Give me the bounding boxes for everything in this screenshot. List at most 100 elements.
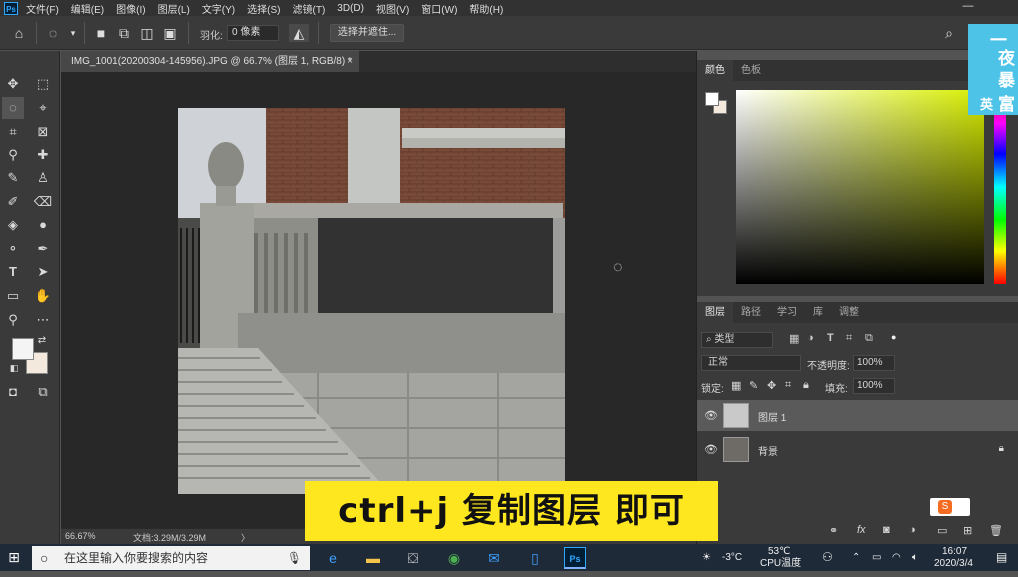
lock-image-icon[interactable]: ✎ [749, 379, 758, 392]
tab-libraries[interactable]: 库 [805, 302, 831, 323]
store-icon[interactable]: ⛋ [402, 547, 424, 569]
sogou-status-widget[interactable]: S [930, 498, 970, 516]
clone-stamp-tool-icon[interactable]: ♙ [32, 167, 54, 189]
phone-app-icon[interactable]: ▯ [524, 547, 546, 569]
lock-position-icon[interactable]: ✥ [767, 379, 776, 392]
crop-tool-icon[interactable]: ⌗ [2, 121, 24, 143]
lasso-tool-icon[interactable]: ◌ [2, 97, 24, 119]
marquee-tool-icon[interactable]: ⬚ [32, 73, 54, 95]
status-menu-arrow[interactable]: 〉 [241, 531, 250, 544]
brush-tool-icon[interactable]: ✎ [2, 167, 24, 189]
eyedropper-tool-icon[interactable]: ⚲ [2, 144, 24, 166]
add-selection-icon[interactable]: ⧉ [115, 24, 133, 42]
group-folder-icon[interactable]: ▭ [937, 524, 947, 537]
menu-type[interactable]: 文字(Y) [202, 1, 235, 16]
document-image[interactable] [178, 108, 565, 494]
lock-all-icon[interactable]: 🔒︎ [803, 379, 809, 392]
zoom-level[interactable]: 66.67% [65, 531, 96, 541]
default-colors-icon[interactable]: ◧ [8, 362, 20, 374]
adjustment-layer-icon[interactable]: ◑ [909, 524, 916, 536]
feather-input[interactable]: 0 像素 [227, 25, 279, 41]
link-layers-icon[interactable]: ⚭ [829, 524, 838, 537]
layer-name[interactable]: 图层 1 [758, 409, 786, 424]
swap-colors-icon[interactable]: ⇄ [36, 335, 48, 347]
new-layer-icon[interactable]: ⊞ [963, 524, 972, 537]
paint-bucket-tool-icon[interactable]: ◈ [2, 214, 24, 236]
frame-tool-icon[interactable]: ⊠ [32, 121, 54, 143]
tab-layers[interactable]: 图层 [697, 302, 733, 323]
screen-mode-icon[interactable]: ⧉ [32, 381, 54, 403]
battery-icon[interactable]: ▭ [872, 544, 881, 571]
weather-temp[interactable]: -3°C [722, 544, 742, 571]
trash-icon[interactable]: 🗑︎ [989, 524, 1003, 537]
clock-date[interactable]: 2020/3/4 [934, 550, 973, 577]
eye-icon[interactable]: 👁︎ [704, 409, 718, 422]
fx-icon[interactable]: fx [857, 524, 866, 536]
quick-select-tool-icon[interactable]: ⌖ [32, 97, 54, 119]
hand-tool-icon[interactable]: ✋ [32, 285, 54, 307]
anti-alias-icon[interactable]: ◭ [289, 24, 309, 42]
menu-select[interactable]: 选择(S) [247, 1, 280, 16]
edge-icon[interactable]: e [322, 547, 344, 569]
color-picker-field[interactable] [736, 90, 984, 284]
intersect-selection-icon[interactable]: ▣ [161, 24, 179, 42]
menu-edit[interactable]: 编辑(E) [71, 1, 104, 16]
more-tools-icon[interactable]: ⋯ [32, 309, 54, 331]
filter-type-icon[interactable]: T [827, 332, 834, 344]
filter-toggle-icon[interactable]: ● [891, 332, 896, 342]
layer-row-background[interactable]: 👁︎ 背景 🔒︎ [697, 434, 1018, 465]
zoom-tool-icon[interactable]: ⚲ [2, 309, 24, 331]
add-mask-icon[interactable]: ◙ [883, 524, 890, 536]
filter-shape-icon[interactable]: ⌗ [846, 332, 852, 345]
chevron-down-icon[interactable]: ▾ [64, 24, 82, 42]
windows-start-icon[interactable]: ⊞ [0, 544, 28, 571]
dodge-tool-icon[interactable]: ⚬ [2, 238, 24, 260]
layer-name[interactable]: 背景 [758, 443, 778, 458]
taskbar-search-input[interactable]: ○ 在这里输入你要搜索的内容 🎙︎ [32, 546, 310, 570]
file-explorer-icon[interactable]: ▬ [362, 547, 384, 569]
lasso-tool-preset-icon[interactable]: ◌ [44, 24, 62, 42]
tab-color[interactable]: 颜色 [697, 60, 733, 81]
type-tool-icon[interactable]: T [2, 261, 24, 283]
move-tool-icon[interactable]: ✥ [2, 73, 24, 95]
tab-learn[interactable]: 学习 [769, 302, 805, 323]
menu-3d[interactable]: 3D(D) [337, 3, 364, 14]
ime-mode[interactable]: 英 [980, 94, 993, 113]
notification-icon[interactable]: ▤ [996, 544, 1007, 571]
minimize-button[interactable]: — [958, 0, 978, 14]
menu-filter[interactable]: 滤镜(T) [293, 1, 326, 16]
photoshop-taskbar-icon[interactable]: Ps [564, 547, 586, 569]
home-icon[interactable]: ⌂ [10, 24, 28, 42]
browser-360-icon[interactable]: ◉ [443, 547, 465, 569]
tab-adjustments[interactable]: 调整 [831, 302, 867, 323]
select-and-mask-button[interactable]: 选择并遮住... [330, 24, 404, 42]
filter-adjustment-icon[interactable]: ◑ [807, 332, 814, 344]
path-selection-tool-icon[interactable]: ➤ [32, 261, 54, 283]
eraser-tool-icon[interactable]: ⌫ [32, 191, 54, 213]
tab-swatches[interactable]: 色板 [733, 60, 769, 81]
document-tab[interactable]: IMG_1001(20200304-145956).JPG @ 66.7% (图… [61, 51, 359, 72]
blend-mode-select[interactable]: 正常 [701, 355, 801, 371]
blur-tool-icon[interactable]: ● [32, 214, 54, 236]
menu-image[interactable]: 图像(I) [116, 1, 145, 16]
foreground-color-chip[interactable] [705, 92, 719, 106]
opacity-input[interactable]: 100% [853, 355, 895, 371]
layer-filter-select[interactable]: ⌕ 类型 [701, 332, 773, 348]
menu-help[interactable]: 帮助(H) [469, 1, 503, 16]
new-selection-icon[interactable]: ■ [92, 24, 110, 42]
subtract-selection-icon[interactable]: ◫ [138, 24, 156, 42]
quick-mask-icon[interactable]: ◘ [2, 381, 24, 403]
history-brush-tool-icon[interactable]: ✐ [2, 191, 24, 213]
microphone-icon[interactable]: 🎙︎ [287, 546, 302, 570]
layer-row-layer1[interactable]: 👁︎ 图层 1 [697, 400, 1018, 431]
menu-window[interactable]: 窗口(W) [421, 1, 457, 16]
menu-layer[interactable]: 图层(L) [158, 1, 190, 16]
eye-icon[interactable]: 👁︎ [704, 443, 718, 456]
filter-pixel-icon[interactable]: ▦ [789, 332, 799, 345]
people-icon[interactable]: ⚇ [822, 544, 833, 571]
menu-view[interactable]: 视图(V) [376, 1, 409, 16]
lock-artboard-icon[interactable]: ⌗ [785, 379, 791, 392]
lock-transparent-icon[interactable]: ▦ [731, 379, 741, 392]
pen-tool-icon[interactable]: ✒ [32, 238, 54, 260]
foreground-color-swatch[interactable] [12, 338, 34, 360]
